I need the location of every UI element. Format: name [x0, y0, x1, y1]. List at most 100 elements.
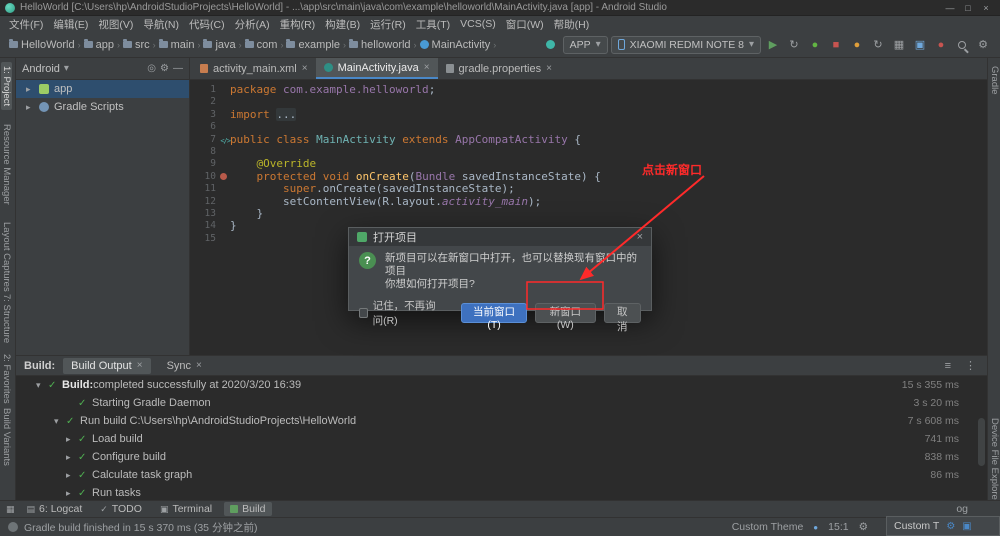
- profiler-button[interactable]: ●: [848, 36, 866, 54]
- project-view-selector[interactable]: Android ▾ ◎ ⚙ —: [16, 58, 189, 80]
- tab-gradle-properties[interactable]: gradle.properties ×: [438, 58, 560, 79]
- tool-window-button-build-variants[interactable]: Build Variants: [1, 404, 12, 470]
- menu-item-navigate[interactable]: 导航(N): [138, 17, 184, 32]
- tool-window-button-device-file-explorer[interactable]: Device File Explorer: [989, 414, 1000, 507]
- notifications-button[interactable]: ●: [932, 36, 950, 54]
- menu-item-code[interactable]: 代码(C): [184, 17, 230, 32]
- sdk-manager-button[interactable]: ▦: [890, 36, 908, 54]
- theme-label[interactable]: Custom Theme: [732, 521, 804, 533]
- debug-button[interactable]: ●: [806, 36, 824, 54]
- run-button[interactable]: ▶: [764, 36, 782, 54]
- breadcrumb-item[interactable]: helloworld: [348, 39, 412, 51]
- close-icon[interactable]: ×: [424, 62, 430, 73]
- menu-item-build[interactable]: 构建(B): [320, 17, 365, 32]
- maximize-button[interactable]: □: [959, 3, 977, 13]
- tool-window-button-build[interactable]: Build: [224, 502, 272, 516]
- breadcrumb-item[interactable]: HelloWorld: [8, 39, 76, 51]
- chevron-down-icon[interactable]: ▾: [54, 416, 66, 427]
- menu-item-file[interactable]: 文件(F): [4, 17, 48, 32]
- menu-item-window[interactable]: 窗口(W): [501, 17, 549, 32]
- tool-window-button-project[interactable]: 1: Project: [1, 62, 12, 111]
- window-switcher-icon[interactable]: ▦: [6, 504, 15, 515]
- override-gutter-icon[interactable]: [220, 172, 227, 180]
- popup-screen-icon[interactable]: ▣: [962, 521, 971, 532]
- menu-item-refactor[interactable]: 重构(R): [275, 17, 321, 32]
- folded-imports[interactable]: ...: [276, 107, 297, 121]
- menu-item-run[interactable]: 运行(R): [365, 17, 411, 32]
- caret-position[interactable]: 15:1: [828, 521, 848, 533]
- cancel-button[interactable]: 取消: [603, 303, 641, 333]
- tool-window-button-gradle[interactable]: Gradle: [989, 62, 1000, 99]
- chevron-right-icon[interactable]: ▸: [66, 452, 78, 463]
- build-row[interactable]: ▾ ✓ Run build C:\Users\hp\AndroidStudioP…: [16, 412, 987, 430]
- tab-mainactivity-java[interactable]: MainActivity.java ×: [315, 58, 438, 79]
- tool-window-button-layout-captures[interactable]: Layout Captures: [1, 218, 12, 296]
- chevron-right-icon[interactable]: ▸: [66, 488, 78, 499]
- device-manager-button[interactable]: ▣: [911, 36, 929, 54]
- build-row[interactable]: ▸ ✓ Configure build 838 ms: [16, 448, 987, 466]
- close-icon[interactable]: ×: [546, 63, 552, 74]
- event-log-partial-label[interactable]: og: [956, 503, 968, 515]
- close-icon[interactable]: ×: [196, 360, 202, 371]
- apply-changes-button[interactable]: ↻: [785, 36, 803, 54]
- breadcrumb-item[interactable]: com: [244, 39, 279, 51]
- menu-item-view[interactable]: 视图(V): [93, 17, 138, 32]
- code-editor[interactable]: 1 package com.example.helloworld; 2 3 impo…: [190, 80, 987, 245]
- checkbox-icon[interactable]: [359, 308, 368, 318]
- build-row[interactable]: ▸ ✓ Load build 741 ms: [16, 430, 987, 448]
- tool-window-button-favorites[interactable]: 2: Favorites: [1, 350, 12, 408]
- tab-activity-main-xml[interactable]: activity_main.xml ×: [192, 58, 316, 79]
- theme-notification-popup[interactable]: Custom T ⚙ ▣: [886, 516, 1000, 536]
- minimize-button[interactable]: —: [941, 3, 959, 13]
- menu-item-help[interactable]: 帮助(H): [549, 17, 595, 32]
- breadcrumb-item[interactable]: example: [285, 39, 341, 51]
- device-select[interactable]: XIAOMI REDMI NOTE 8 ▾: [610, 35, 761, 54]
- more-icon[interactable]: ⋮: [962, 359, 979, 372]
- search-everywhere-button[interactable]: [953, 36, 971, 54]
- close-button[interactable]: ×: [977, 3, 995, 13]
- tree-item-app[interactable]: ▸ app: [16, 80, 189, 98]
- remember-checkbox[interactable]: 记住，不再询问(R): [359, 298, 445, 328]
- menu-item-edit[interactable]: 编辑(E): [48, 17, 93, 32]
- dialog-close-button[interactable]: ×: [637, 231, 643, 243]
- popup-gear-icon[interactable]: ⚙: [946, 521, 955, 532]
- hide-panel-icon[interactable]: —: [173, 63, 183, 74]
- breadcrumb-item[interactable]: app: [83, 39, 115, 51]
- settings-button[interactable]: ⚙: [974, 36, 992, 54]
- breadcrumb-item[interactable]: main: [158, 39, 196, 51]
- breadcrumb-item[interactable]: src: [122, 39, 151, 51]
- build-row[interactable]: ▸ ✓ Calculate task graph 86 ms: [16, 466, 987, 484]
- menu-item-vcs[interactable]: VCS(S): [455, 18, 501, 30]
- tree-item-gradle-scripts[interactable]: ▸ Gradle Scripts: [16, 98, 189, 116]
- current-window-button[interactable]: 当前窗口(T): [460, 303, 528, 331]
- run-config-select[interactable]: APP ▾: [562, 35, 608, 54]
- new-window-button[interactable]: 新窗口(W): [535, 303, 596, 331]
- close-icon[interactable]: ×: [137, 360, 143, 371]
- menu-icon[interactable]: ≡: [942, 360, 954, 372]
- tab-sync[interactable]: Sync ×: [159, 358, 210, 374]
- dialog-title-bar[interactable]: 打开项目 ×: [349, 228, 651, 246]
- settings-icon[interactable]: ⚙: [859, 521, 868, 533]
- tool-window-button-structure[interactable]: 7: Structure: [1, 290, 12, 347]
- status-message[interactable]: Gradle build finished in 15 s 370 ms (35…: [24, 520, 257, 535]
- tool-window-button-todo[interactable]: ✓ TODO: [94, 502, 148, 516]
- locate-file-icon[interactable]: ◎: [147, 63, 156, 74]
- tab-build-output[interactable]: Build Output ×: [63, 357, 151, 374]
- sync-gradle-button[interactable]: ↻: [869, 36, 887, 54]
- menu-item-tools[interactable]: 工具(T): [411, 17, 455, 32]
- breadcrumb-item[interactable]: java: [202, 39, 236, 51]
- tool-window-button-resource-manager[interactable]: Resource Manager: [1, 120, 12, 209]
- chevron-down-icon[interactable]: ▾: [36, 380, 48, 391]
- build-row[interactable]: ✓ Starting Gradle Daemon 3 s 20 ms: [16, 394, 987, 412]
- scrollbar[interactable]: [978, 418, 985, 466]
- settings-icon[interactable]: ⚙: [160, 63, 169, 74]
- stop-button[interactable]: ■: [827, 36, 845, 54]
- chevron-right-icon[interactable]: ▸: [66, 470, 78, 481]
- close-icon[interactable]: ×: [302, 63, 308, 74]
- tool-window-button-logcat[interactable]: ▤ 6: Logcat: [21, 502, 89, 516]
- tool-window-button-terminal[interactable]: ▣ Terminal: [154, 502, 218, 516]
- breadcrumb-item[interactable]: MainActivity: [419, 39, 492, 51]
- menu-item-analyze[interactable]: 分析(A): [230, 17, 275, 32]
- chevron-right-icon[interactable]: ▸: [66, 434, 78, 445]
- build-row[interactable]: ▾ ✓ Build: completed successfully at 202…: [16, 376, 987, 394]
